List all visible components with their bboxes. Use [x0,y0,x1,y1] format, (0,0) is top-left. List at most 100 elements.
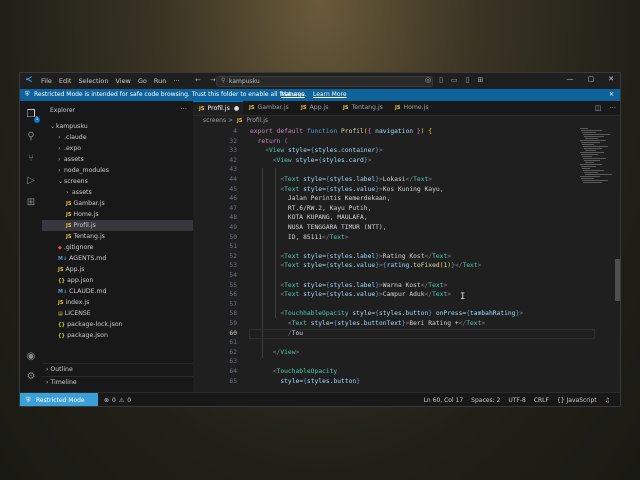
back-arrow-icon[interactable]: ← [195,76,201,84]
tree-item[interactable]: JS Gambar.js [42,198,193,209]
tab-2[interactable]: JS App.js [295,101,337,115]
tree-item[interactable]: JS Tentang.js [42,231,193,242]
notifications-bell-icon[interactable]: ♫ [605,393,610,406]
vertical-scrollbar[interactable] [615,259,620,301]
source-control-icon[interactable]: ⑂ [25,153,37,165]
code-line: <Text style={styles.value}>{rating.toFix… [280,262,482,270]
tree-item[interactable]: {} package-lock.json [42,319,193,330]
tree-item[interactable]: › .claude [42,132,193,143]
code-line: <TouchhableOpacity style={styles.button}… [280,310,524,318]
minimap-line [580,176,600,177]
restricted-mode-indicator[interactable]: ⛨ Restricted Mode [20,393,98,406]
line-number: 53 [229,262,237,270]
copilot-icon[interactable]: ◎ [425,76,431,84]
language-mode[interactable]: {} JavaScript [557,393,597,406]
breadcrumb-file[interactable]: Profil.js [246,117,268,124]
tab-0[interactable]: JS Profil.js ● [193,101,243,115]
markdown-file-icon: M↓ [58,256,68,262]
outline-label: Outline [50,366,73,373]
tree-item[interactable]: ◆ .gitignore [42,242,193,253]
end-of-line[interactable]: CRLF [534,393,549,406]
minimize-icon[interactable]: — [567,75,574,83]
line-number: 32 [229,137,237,145]
tree-item-label: screens [64,178,88,185]
menu-item-2[interactable]: Selection [78,77,108,85]
js-file-icon: JS [66,201,72,207]
tree-item[interactable]: ⌄kampusku [42,121,193,132]
more-actions-icon[interactable]: ··· [609,104,616,112]
manage-link[interactable]: Manage [281,89,305,101]
code-line: <Text style={styles.label}>Rating Kost</… [280,252,452,260]
indentation[interactable]: Spaces: 2 [471,393,500,406]
outline-section[interactable]: › Outline [42,363,193,376]
tree-item[interactable]: M↓ CLAUDE.md [42,286,193,297]
tree-item[interactable]: ⌄screens [42,176,193,187]
minimap[interactable] [580,128,612,188]
tree-item[interactable]: › .expo [42,143,193,154]
learn-more-link[interactable]: Learn More [313,89,347,101]
more-actions-icon[interactable]: ··· [180,105,187,113]
code-line: KOTA KUPANG, MAULAFA, [250,214,368,222]
close-icon[interactable]: ✕ [608,75,614,83]
tree-item[interactable]: JS App.js [42,264,193,275]
tree-item-label: Profil.js [73,222,96,229]
editor-actions: ◫ ··· [595,104,616,112]
banner-close-icon[interactable]: ✕ [609,89,614,101]
run-debug-icon[interactable]: ▷ [25,175,37,187]
tree-item[interactable]: M↓ AGENTS.md [42,253,193,264]
tree-item[interactable]: {} app.json [42,275,193,286]
tree-item[interactable]: JS Profil.js [42,220,193,231]
tree-item[interactable]: › node_modules [42,165,193,176]
tree-item-label: Home.js [73,211,99,218]
menu-item-6[interactable]: ··· [173,77,179,85]
breadcrumb-folder[interactable]: screens [203,117,226,124]
line-number: 45 [229,185,237,193]
toggle-sidebar-icon[interactable]: ▯ [439,76,443,84]
tab-1[interactable]: JS Gambar.js [243,101,295,115]
menu-item-5[interactable]: Run [154,77,166,85]
unsaved-dot-icon[interactable]: ● [234,105,239,112]
code-editor[interactable]: 4 export default function Profil({ naviga… [193,128,620,392]
account-icon[interactable]: ◉ [25,351,37,363]
tree-item[interactable]: › assets [42,154,193,165]
minimap-line [580,140,606,141]
line-number: 64 [229,368,237,375]
menu-item-3[interactable]: View [115,77,130,85]
encoding[interactable]: UTF-8 [508,393,526,406]
split-editor-icon[interactable]: ◫ [595,104,602,112]
search-icon[interactable]: ⚲ [25,131,37,143]
tree-item[interactable]: ▤ LICENSE [42,308,193,319]
tab-4[interactable]: JS Home.js [389,101,433,115]
menu-item-0[interactable]: File [41,77,52,85]
tree-item[interactable]: › assets [42,187,193,198]
explorer-icon[interactable]: ❐ 1 [25,109,40,123]
extensions-icon[interactable]: ⊞ [25,197,37,209]
layout-controls: ◎ ▯ ▭ ▯ ⊞ [425,76,483,84]
nav-arrows: ← → [195,76,216,84]
maximize-icon[interactable]: ▢ [588,75,595,83]
customize-layout-icon[interactable]: ⊞ [477,76,483,84]
code-line: RT.6/RW.2, Kayu Putih, [250,204,372,212]
minimap-line [585,150,596,151]
minimap-line [581,142,600,143]
tree-item[interactable]: JS index.js [42,297,193,308]
status-right: Ln 60, Col 17 Spaces: 2 UTF-8 CRLF {} Ja… [424,393,610,406]
minimap-line [580,152,604,153]
tab-3[interactable]: JS Tentang.js [337,101,389,115]
manage-gear-icon[interactable]: ⚙ [25,371,37,383]
cursor-position[interactable]: Ln 60, Col 17 [424,393,464,406]
command-center-search[interactable]: ⚲ kampusku [216,76,433,87]
timeline-section[interactable]: › Timeline [42,376,193,389]
tree-item[interactable]: JS Home.js [42,209,193,220]
menu-item-1[interactable]: Edit [59,77,72,85]
tree-item[interactable]: {} package.json [42,330,193,341]
forward-arrow-icon[interactable]: → [210,76,216,84]
code-line: <Text style={styles.label}>Warna Kost</T… [280,281,448,289]
problems-indicator[interactable]: ⊗ 0 ⚠ 0 [104,393,131,406]
toggle-secondary-sidebar-icon[interactable]: ▯ [466,76,470,84]
code-line: <Text style={styles.buttonText}>Beri Rat… [287,320,486,327]
toggle-panel-icon[interactable]: ▭ [451,76,458,84]
menu-item-4[interactable]: Go [138,77,147,85]
editor-area: JS Profil.js ● JS Gambar.js JS App.js JS Tentang… [193,101,620,392]
js-file-icon: JS [58,300,64,306]
